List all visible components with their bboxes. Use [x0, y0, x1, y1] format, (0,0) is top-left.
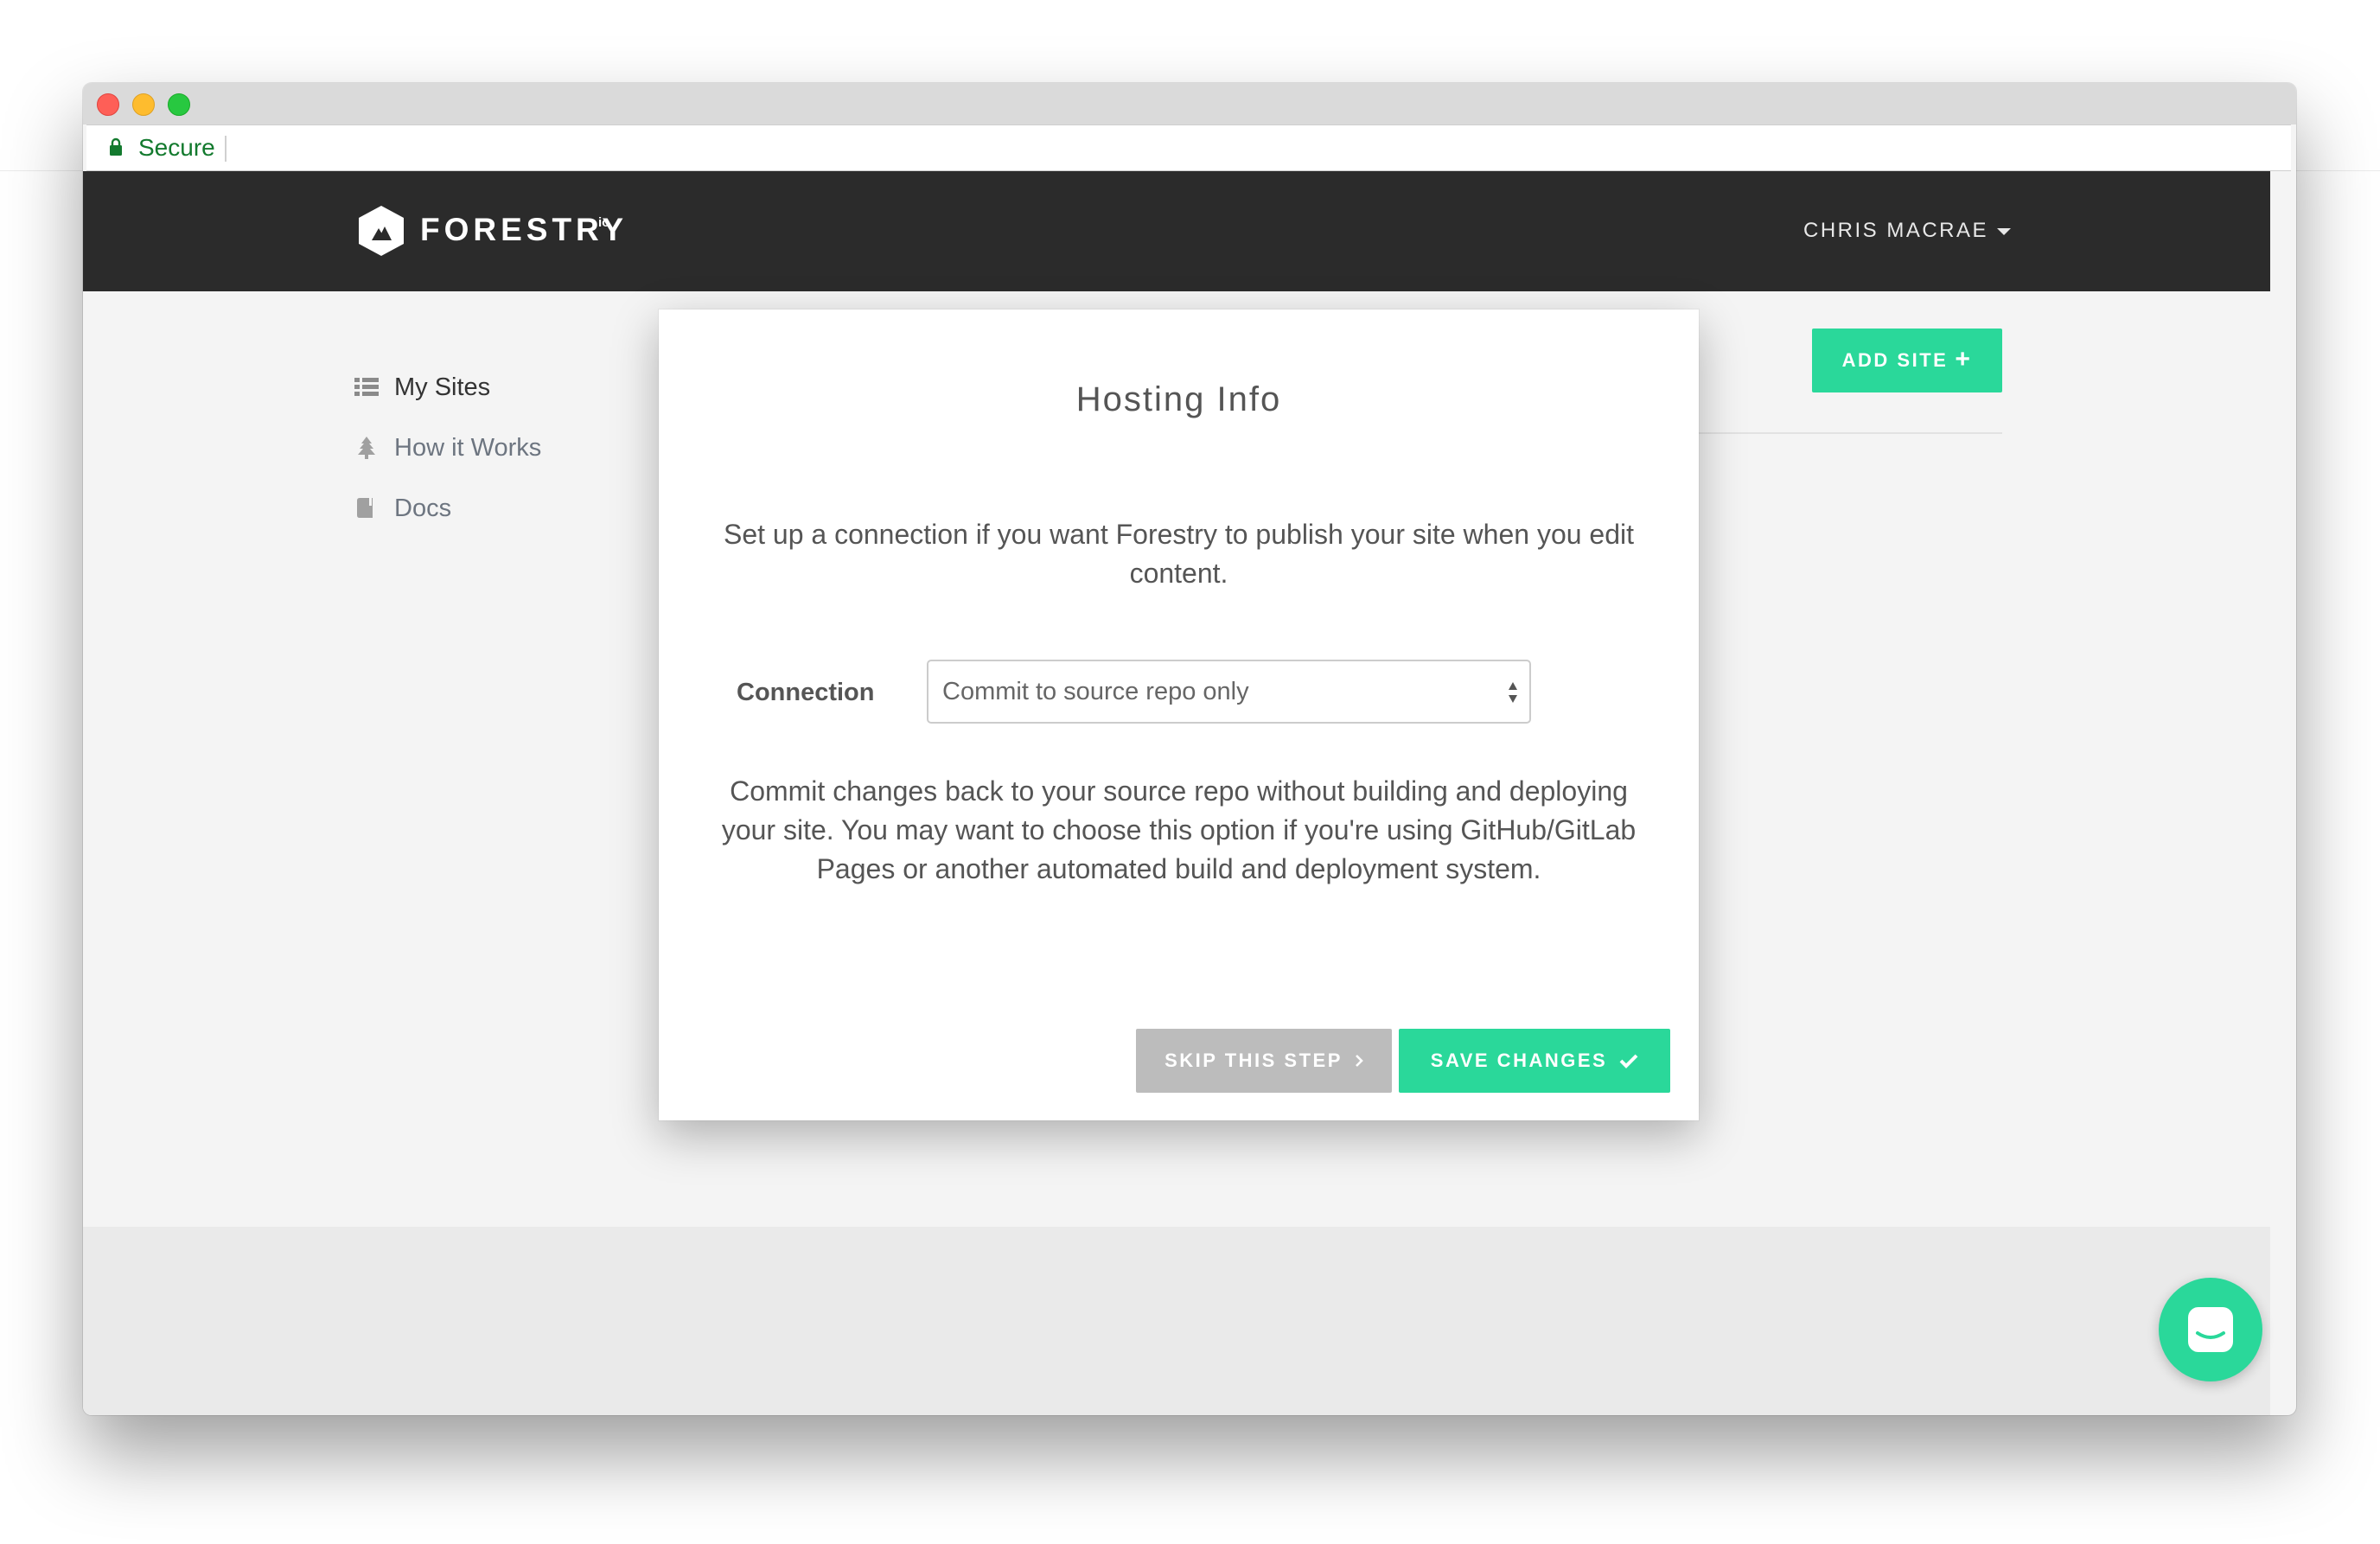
browser-window: Secure FORESTRY io CHRIS MACRAE My Sites… [83, 83, 2296, 1415]
chat-icon [2188, 1307, 2233, 1352]
checkmark-icon [1619, 1054, 1638, 1069]
sidebar-item-docs[interactable]: Docs [354, 487, 631, 530]
caret-down-icon [1997, 227, 2012, 235]
connection-select-value: Commit to source repo only [942, 678, 1249, 705]
user-name: CHRIS MACRAE [1803, 219, 1989, 242]
sidebar-item-label: How it Works [394, 434, 542, 462]
sidebar-item-my-sites[interactable]: My Sites [354, 366, 631, 409]
modal-title: Hosting Info [1075, 380, 1282, 418]
save-changes-button[interactable]: SAVE CHANGES [1399, 1029, 1670, 1093]
address-bar[interactable]: Secure [86, 124, 2291, 171]
select-arrows-icon [1509, 682, 1517, 703]
add-site-button[interactable]: ADD SITE + [1812, 329, 2002, 392]
logo-superscript: io [598, 215, 610, 230]
logo-wordmark[interactable]: FORESTRY [420, 212, 628, 248]
connection-description: Commit changes back to your source repo … [721, 775, 1637, 884]
chevron-right-icon [1355, 1055, 1363, 1067]
address-separator [225, 136, 227, 162]
maximize-window-button[interactable] [168, 93, 190, 116]
close-window-button[interactable] [97, 93, 119, 116]
minimize-window-button[interactable] [132, 93, 155, 116]
book-icon [357, 498, 373, 518]
browser-titlebar [83, 83, 2296, 124]
content-divider [1691, 432, 2002, 434]
list-icon [354, 378, 379, 396]
top-navbar: FORESTRY io CHRIS MACRAE [83, 171, 2270, 291]
chat-launcher-button[interactable] [2159, 1278, 2262, 1381]
app-viewport: FORESTRY io CHRIS MACRAE My Sites How it… [83, 171, 2270, 1415]
footer-area [83, 1227, 2270, 1415]
tree-icon [358, 437, 375, 459]
lock-icon [110, 137, 122, 156]
skip-step-label: SKIP THIS STEP [1164, 1050, 1343, 1071]
hosting-info-modal: Hosting Info Set up a connection if you … [659, 309, 1699, 1120]
forestry-logo-icon[interactable] [356, 204, 406, 258]
sidebar-item-label: My Sites [394, 373, 491, 401]
connection-select[interactable]: Commit to source repo only [927, 660, 1531, 724]
modal-intro-text: Set up a connection if you want Forestry… [723, 519, 1635, 589]
secure-label: Secure [138, 134, 215, 161]
sidebar-item-label: Docs [394, 494, 452, 522]
save-changes-label: SAVE CHANGES [1430, 1050, 1608, 1071]
plus-icon: + [1955, 344, 1973, 373]
add-site-label: ADD SITE [1841, 349, 1949, 371]
user-menu[interactable]: CHRIS MACRAE [1803, 219, 2012, 243]
skip-step-button[interactable]: SKIP THIS STEP [1136, 1029, 1392, 1093]
connection-label: Connection [737, 679, 875, 706]
sidebar-item-how-it-works[interactable]: How it Works [354, 426, 631, 469]
